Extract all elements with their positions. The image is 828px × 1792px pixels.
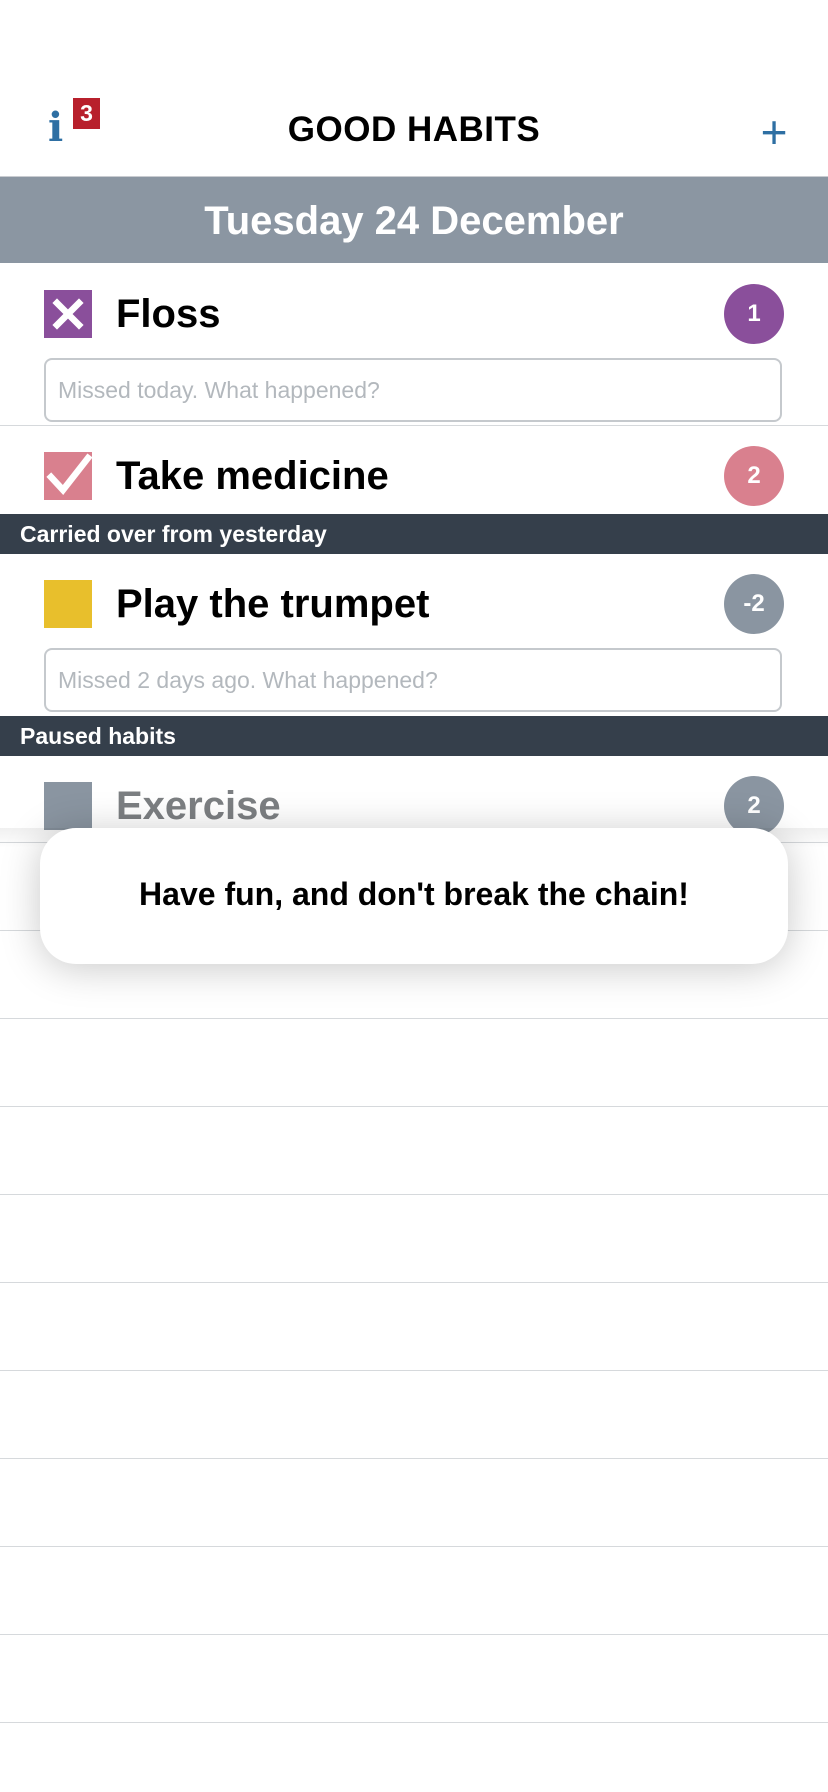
section-label: Carried over from yesterday	[20, 521, 327, 547]
row-divider	[0, 1546, 828, 1547]
x-checkbox-icon	[44, 290, 92, 338]
habit-row-take-medicine[interactable]: Take medicine 2	[0, 426, 828, 514]
checkmark-checkbox-icon	[44, 452, 93, 500]
section-header-carried-over: Carried over from yesterday	[0, 514, 828, 554]
date-label: Tuesday 24 December	[204, 199, 624, 243]
habit-name: Play the trumpet	[116, 582, 430, 626]
pending-checkbox[interactable]	[44, 580, 92, 628]
streak-count: 2	[724, 446, 784, 506]
missed-note-field[interactable]	[44, 648, 782, 712]
info-badge: 3	[73, 98, 100, 129]
date-bar: Tuesday 24 December	[0, 177, 828, 263]
habit-name: Exercise	[116, 784, 281, 828]
nav-bar: i 3 GOOD HABITS +	[0, 0, 828, 177]
habit-name: Take medicine	[116, 454, 389, 498]
streak-count: 1	[724, 284, 784, 344]
section-label: Paused habits	[20, 723, 176, 749]
row-divider	[0, 1282, 828, 1283]
streak-count: 2	[724, 776, 784, 836]
row-divider	[0, 1458, 828, 1459]
row-divider	[0, 1106, 828, 1107]
habit-row-floss[interactable]: Floss 1	[0, 264, 828, 424]
section-header-paused: Paused habits	[0, 716, 828, 756]
info-icon[interactable]: i	[48, 108, 70, 148]
row-divider	[0, 1722, 828, 1723]
streak-count: -2	[724, 574, 784, 634]
toast-text: Have fun, and don't break the chain!	[139, 876, 689, 912]
habit-row-play-the-trumpet[interactable]: Play the trumpet -2	[0, 554, 828, 716]
missed-note-input[interactable]	[46, 360, 780, 420]
row-divider	[0, 1370, 828, 1371]
row-divider	[0, 1194, 828, 1195]
row-divider	[0, 1634, 828, 1635]
add-habit-button[interactable]: +	[752, 109, 796, 155]
row-divider	[0, 1018, 828, 1019]
missed-note-input[interactable]	[46, 650, 780, 710]
missed-note-field[interactable]	[44, 358, 782, 422]
missed-checkbox[interactable]	[44, 290, 92, 338]
page-title: GOOD HABITS	[287, 110, 541, 149]
toast-message[interactable]: Have fun, and don't break the chain!	[40, 828, 788, 964]
paused-checkbox[interactable]	[44, 782, 92, 830]
habit-name: Floss	[116, 292, 221, 336]
done-checkbox[interactable]	[44, 452, 93, 500]
